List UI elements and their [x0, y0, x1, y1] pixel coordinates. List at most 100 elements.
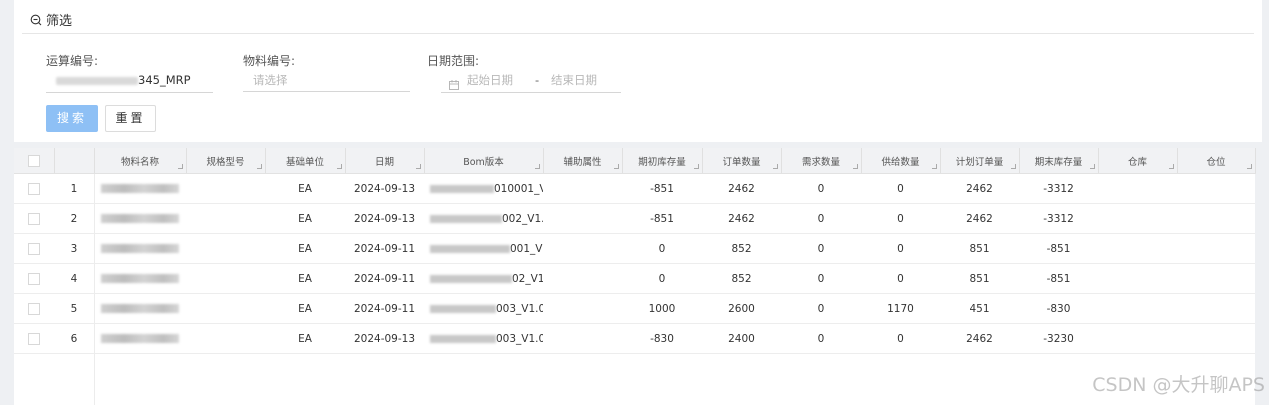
- column-resize-handle[interactable]: [1089, 164, 1095, 169]
- reset-button[interactable]: 重置: [105, 105, 156, 132]
- col-header-material-name[interactable]: 物料名称: [94, 148, 187, 174]
- divider: [22, 33, 1254, 34]
- date-range-label: 日期范围:: [427, 54, 480, 68]
- col-header-bom[interactable]: Bom版本: [424, 148, 544, 174]
- col-header-supply-qty[interactable]: 供给数量: [861, 148, 941, 174]
- col-header-order-qty[interactable]: 订单数量: [702, 148, 782, 174]
- filter-header[interactable]: 筛选: [30, 10, 72, 29]
- column-resize-handle[interactable]: [852, 164, 858, 169]
- cell-aux-attr: [543, 323, 622, 354]
- cell-demand-qty: 0: [781, 323, 861, 354]
- cell-date: 2024-09-13: [345, 323, 424, 354]
- table-header-row: 物料名称 规格型号 基础单位 日期 Bom版本 辅助属性 期初库存量 订单数量 …: [14, 148, 1256, 174]
- material-no-label: 物料编号:: [243, 54, 296, 68]
- column-resize-handle[interactable]: [415, 164, 421, 169]
- cell-unit: EA: [265, 323, 345, 354]
- col-header-ending-stock[interactable]: 期末库存量: [1019, 148, 1099, 174]
- table-row[interactable]: 2EA2024-09-13002_V1.0-8512462002462-3312: [14, 203, 1255, 234]
- column-resize-handle[interactable]: [1246, 164, 1252, 169]
- row-checkbox[interactable]: [28, 242, 40, 255]
- cell-supply-qty: 0: [861, 323, 940, 354]
- table-row[interactable]: 5 EA 2024-09-11 003_V1.0 1000 2600 0 1170 451 -83…: [14, 293, 1255, 324]
- column-resize-handle[interactable]: [931, 164, 937, 169]
- cell-location: [1177, 323, 1255, 354]
- column-resize-handle[interactable]: [693, 164, 699, 169]
- search-button[interactable]: 搜索: [46, 105, 98, 132]
- column-resize-handle[interactable]: [1010, 164, 1016, 169]
- cell-ending-stock: -3230: [1019, 323, 1098, 354]
- redacted-text: [101, 304, 179, 313]
- row-select-cell[interactable]: [14, 323, 54, 354]
- cell-order-qty: 2400: [702, 323, 781, 354]
- cell-planned-order: 2462: [940, 203, 1019, 234]
- row-select-cell[interactable]: [14, 173, 54, 204]
- col-header-location[interactable]: 仓位: [1177, 148, 1256, 174]
- row-checkbox[interactable]: [28, 272, 40, 285]
- cell-date: 2024-09-13: [345, 203, 424, 234]
- row-checkbox[interactable]: [28, 302, 40, 315]
- cell-planned-order: 451: [940, 293, 1019, 324]
- row-select-cell[interactable]: [14, 293, 54, 324]
- cell-opening-stock: -851: [622, 173, 702, 204]
- col-header-warehouse[interactable]: 仓库: [1098, 148, 1178, 174]
- cell-ending-stock: -3312: [1019, 203, 1098, 234]
- column-resize-handle[interactable]: [534, 164, 540, 169]
- cell-bom: 010001_V1.0: [424, 173, 543, 204]
- column-resize-handle[interactable]: [256, 164, 262, 169]
- bom-version-suffix: 002_V1.0: [502, 212, 543, 225]
- date-range-picker[interactable]: 起始日期 - 结束日期: [441, 68, 621, 93]
- date-end-input[interactable]: 结束日期: [551, 68, 597, 92]
- col-header-opening-stock[interactable]: 期初库存量: [622, 148, 703, 174]
- redacted-text: [430, 334, 496, 343]
- column-resize-handle[interactable]: [336, 164, 342, 169]
- row-checkbox[interactable]: [28, 182, 40, 195]
- column-resize-handle[interactable]: [613, 164, 619, 169]
- col-header-unit[interactable]: 基础单位: [265, 148, 346, 174]
- redacted-text: [101, 334, 179, 343]
- calc-no-value: 345_MRP: [138, 73, 191, 87]
- column-resize-handle[interactable]: [177, 164, 183, 169]
- row-checkbox[interactable]: [28, 212, 40, 225]
- col-header-spec[interactable]: 规格型号: [186, 148, 266, 174]
- select-all-cell[interactable]: [14, 148, 55, 174]
- select-all-checkbox[interactable]: [27, 154, 40, 167]
- cell-spec: [186, 293, 265, 324]
- row-select-cell[interactable]: [14, 263, 54, 294]
- table-row[interactable]: 3EA2024-09-11001_V1.0085200851-851: [14, 233, 1255, 264]
- calc-no-field[interactable]: 345_MRP: [46, 68, 213, 93]
- row-index: 5: [54, 293, 94, 324]
- cell-material-name: [94, 173, 186, 204]
- row-select-cell[interactable]: [14, 203, 54, 234]
- column-resize-handle[interactable]: [772, 164, 778, 169]
- column-resize-handle[interactable]: [1168, 164, 1174, 169]
- col-header-date[interactable]: 日期: [345, 148, 425, 174]
- cell-opening-stock: 0: [622, 233, 702, 264]
- cell-material-name: [94, 293, 186, 324]
- calc-no-label: 运算编号:: [46, 54, 99, 68]
- redacted-text: [101, 214, 179, 223]
- cell-location: [1177, 293, 1255, 324]
- cell-supply-qty: 0: [861, 173, 940, 204]
- redacted-text: [430, 244, 510, 253]
- cell-location: [1177, 173, 1255, 204]
- cell-demand-qty: 0: [781, 263, 861, 294]
- col-header-planned-order[interactable]: 计划订单量: [940, 148, 1020, 174]
- redacted-text: [101, 244, 179, 253]
- cell-ending-stock: -3312: [1019, 173, 1098, 204]
- cell-warehouse: [1098, 323, 1177, 354]
- cell-bom: 002_V1.0: [424, 203, 543, 234]
- cell-warehouse: [1098, 173, 1177, 204]
- table-row[interactable]: 1EA2024-09-13010001_V1.0-8512462002462-3…: [14, 173, 1255, 204]
- material-no-select[interactable]: 请选择: [243, 68, 410, 92]
- cell-bom: 001_V1.0: [424, 233, 543, 264]
- table-row[interactable]: 6 EA 2024-09-13 003_V1.0 -830 2400 0 0 2462 -3230: [14, 323, 1255, 354]
- row-select-cell[interactable]: [14, 233, 54, 264]
- col-header-demand-qty[interactable]: 需求数量: [781, 148, 862, 174]
- table-row[interactable]: 4EA2024-09-1102_V1.0085200851-851: [14, 263, 1255, 294]
- row-checkbox[interactable]: [28, 332, 40, 345]
- col-header-aux-attr[interactable]: 辅助属性: [543, 148, 623, 174]
- redacted-text: [101, 184, 179, 193]
- date-start-input[interactable]: 起始日期: [467, 68, 513, 92]
- cell-material-name: [94, 263, 186, 294]
- cell-aux-attr: [543, 173, 622, 204]
